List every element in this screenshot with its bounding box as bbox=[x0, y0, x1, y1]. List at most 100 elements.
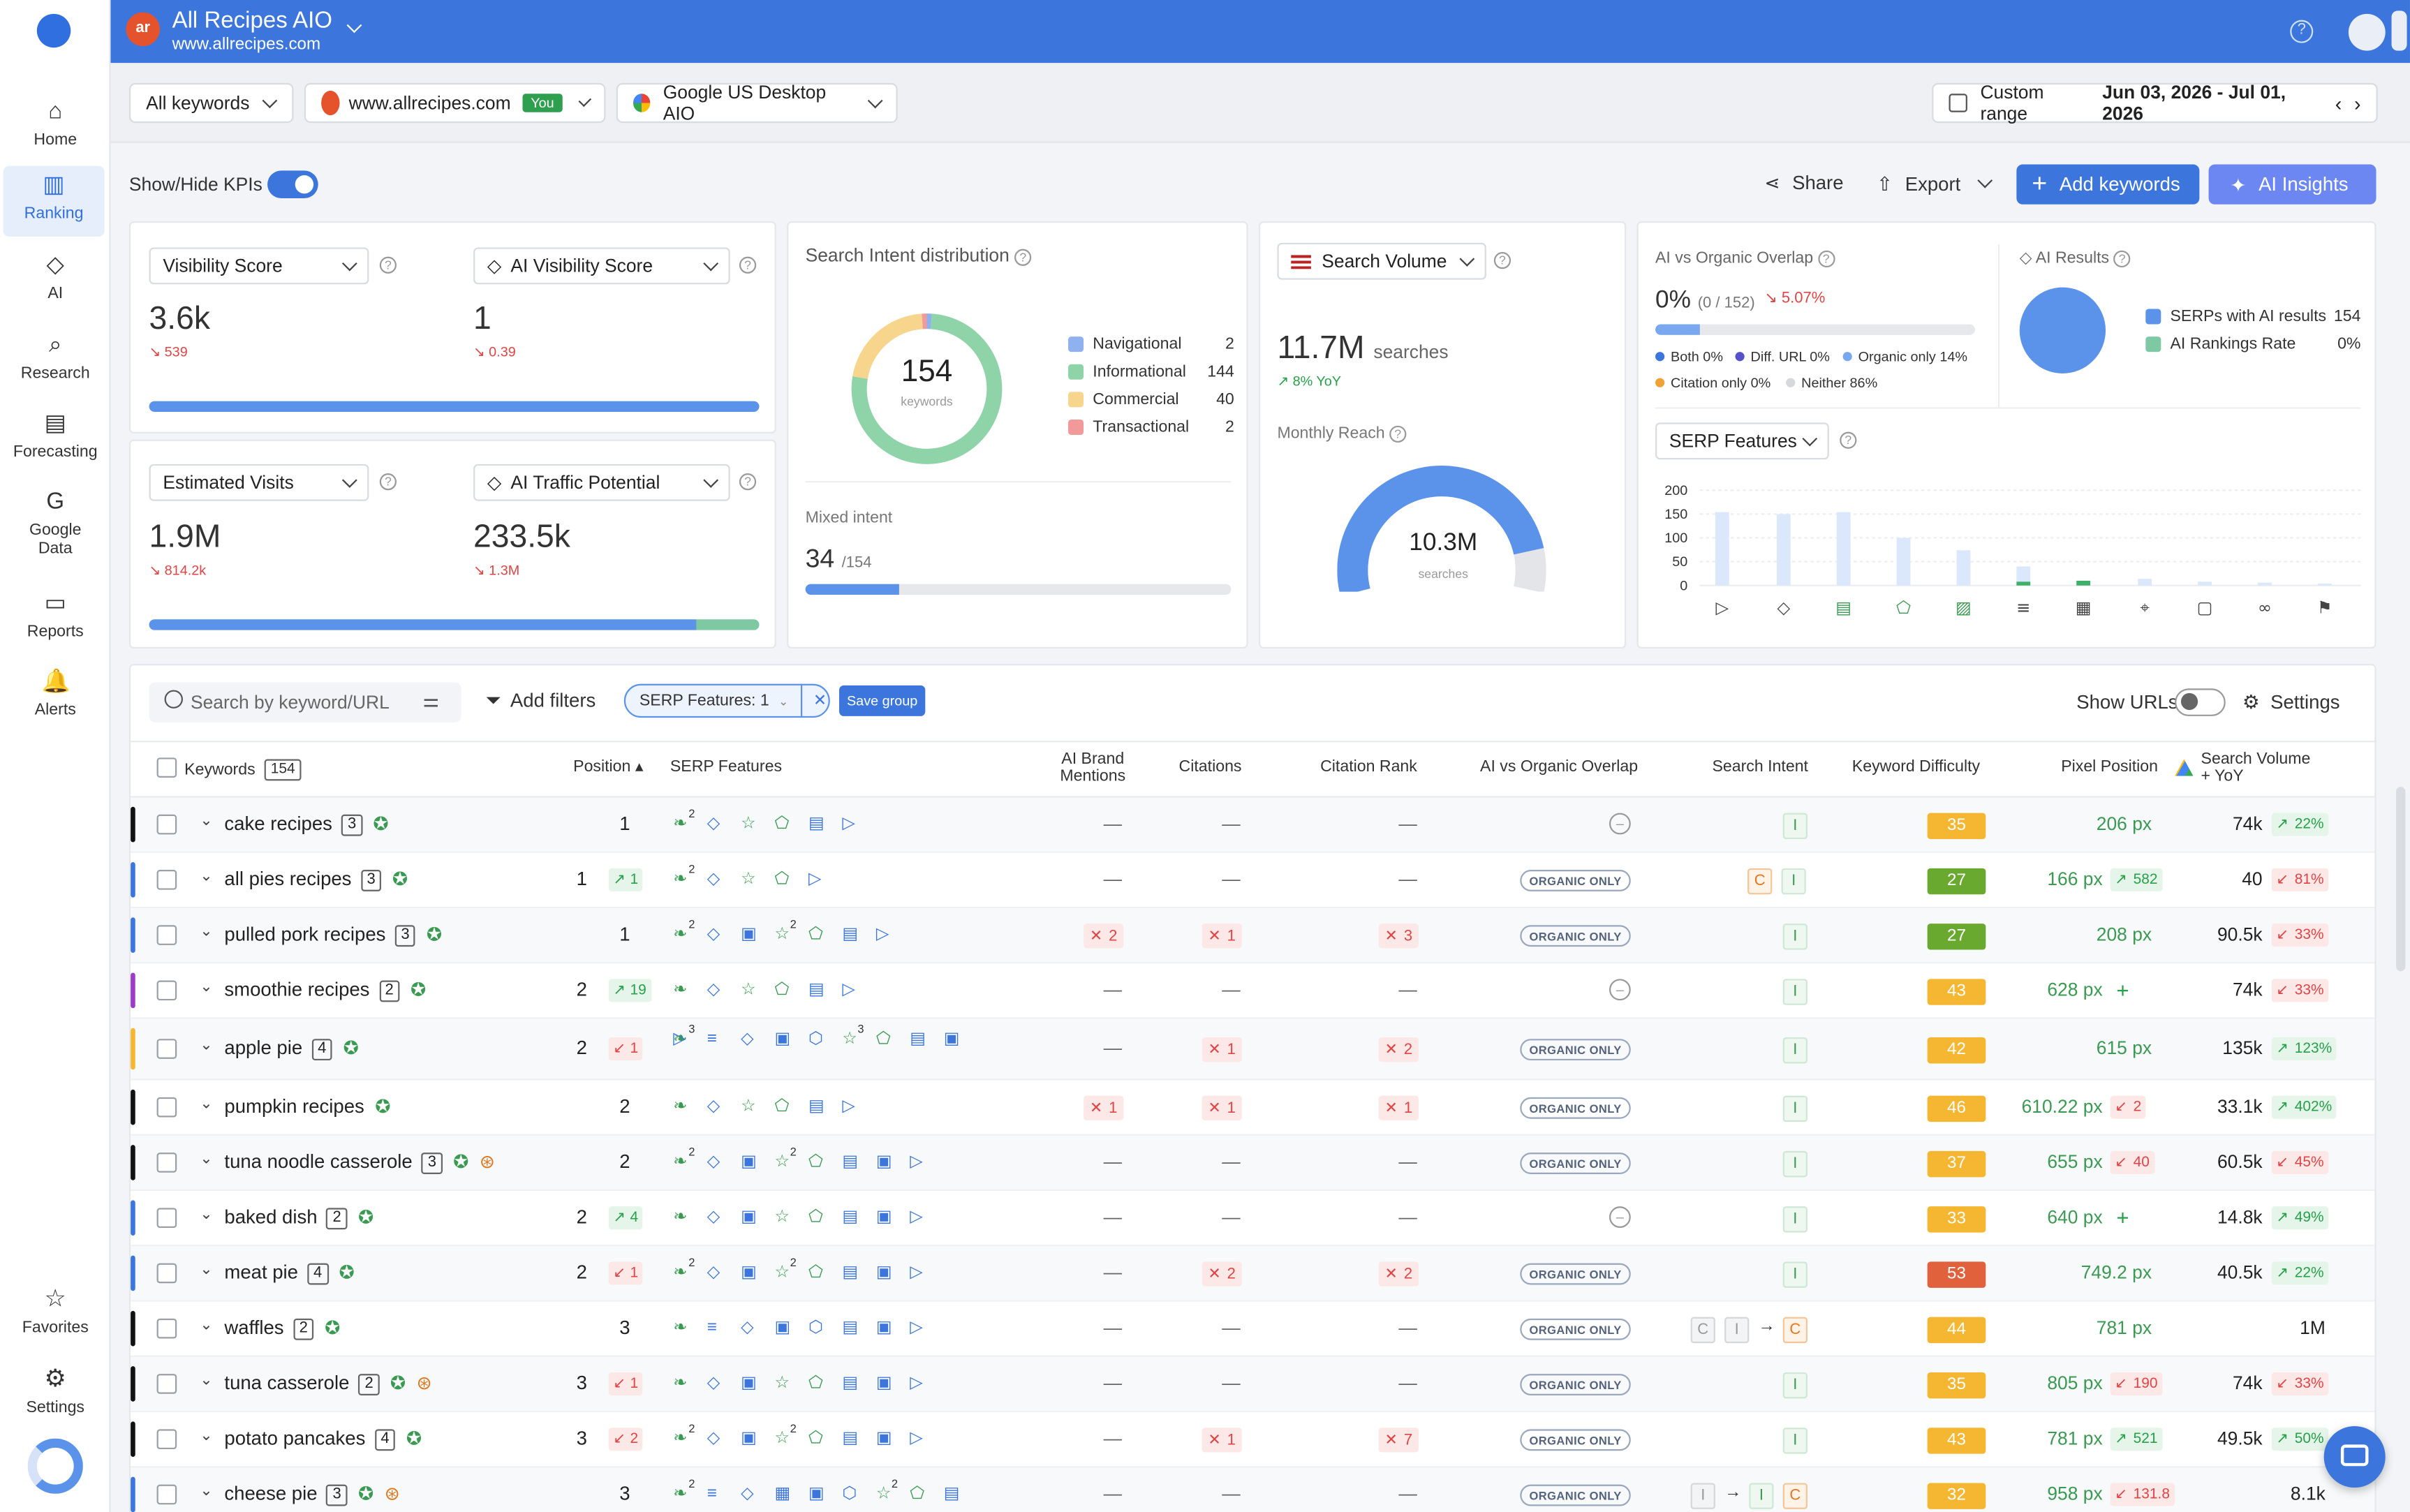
header-serp-features[interactable]: SERP Features bbox=[670, 758, 782, 776]
header-position[interactable]: Position ▴ bbox=[573, 758, 643, 776]
header-ai-organic-overlap[interactable]: AI vs Organic Overlap bbox=[1480, 758, 1638, 776]
header-keywords[interactable]: Keywords 154 bbox=[184, 759, 302, 781]
table-row[interactable]: ⌄ apple pie 4 ✪ 2 ↙ 1 ❧ 3 ≡ ◇ ▣ ⬡ ☆ 3 ⬠ ▤ ▣ ▷ — ✕ 1 ✕ 2 ORGANIC … bbox=[131, 1018, 2375, 1081]
table-row[interactable]: ⌄ pulled pork recipes 3 ✪ 1 ❧ 2 ◇ ▣ ☆ 2 ⬠ ▤ ▷ ✕ 2 ✕ 1 ✕ 3 OR… bbox=[131, 908, 2375, 964]
expand-chevron-icon[interactable]: ⌄ bbox=[200, 924, 212, 940]
row-checkbox[interactable] bbox=[156, 1097, 177, 1118]
row-checkbox[interactable] bbox=[156, 1318, 177, 1339]
chat-button[interactable] bbox=[2323, 1425, 2386, 1488]
table-row[interactable]: ⌄ baked dish 2 ✪ 2 ↗ 4 ❧ ◇ ▣ ☆ ⬠ ▤ ▣ ▷ — — — – I 33 640 px +14… bbox=[131, 1191, 2375, 1247]
header-citations[interactable]: Citations bbox=[1179, 758, 1242, 776]
table-row[interactable]: ⌄ meat pie 4 ✪ 2 ↙ 1 ❧ 2 ◇ ▣ ☆ 2 ⬠ ▤ ▣ ▷ — ✕ 2 ✕ 2 ORGANIC ONL… bbox=[131, 1246, 2375, 1302]
keyword-cell[interactable]: waffles 2 ✪ bbox=[224, 1317, 340, 1340]
expand-chevron-icon[interactable]: ⌄ bbox=[200, 868, 212, 885]
keyword-cell[interactable]: all pies recipes 3 ✪ bbox=[224, 868, 408, 891]
nav-home[interactable]: ⌂ Home bbox=[0, 92, 111, 163]
help-icon[interactable]: ? bbox=[739, 473, 757, 491]
keyword-cell[interactable]: smoothie recipes 2 ✪ bbox=[224, 979, 426, 1002]
row-checkbox[interactable] bbox=[156, 814, 177, 835]
nav-bell[interactable]: 🔔 Alerts bbox=[0, 662, 111, 733]
table-row[interactable]: ⌄ pumpkin recipes ✪ 2 ❧ ◇ ☆ ⬠ ▤ ▷ ✕ 1 ✕ 1 ✕ 1 ORGANIC ON… bbox=[131, 1080, 2375, 1136]
expand-chevron-icon[interactable]: ⌄ bbox=[200, 813, 212, 830]
row-checkbox[interactable] bbox=[156, 1429, 177, 1450]
project-title[interactable]: All Recipes AIO bbox=[172, 8, 332, 34]
search-volume-select[interactable]: Search Volume bbox=[1277, 242, 1486, 280]
settings-button[interactable]: ⚙ Settings bbox=[2242, 690, 2340, 713]
ai-visibility-select[interactable]: ◇ AI Visibility Score bbox=[473, 247, 730, 285]
nav-reports[interactable]: ▭ Reports bbox=[0, 584, 111, 655]
header-citation-rank[interactable]: Citation Rank bbox=[1320, 758, 1417, 776]
keyword-cell[interactable]: pumpkin recipes ✪ bbox=[224, 1096, 390, 1118]
header-pixel-position[interactable]: Pixel Position bbox=[2061, 758, 2158, 776]
header-search-volume[interactable]: Search Volume + YoY bbox=[2201, 750, 2324, 785]
share-button[interactable]: ⋖ Share bbox=[1764, 172, 1843, 194]
visibility-select[interactable]: Visibility Score bbox=[149, 247, 369, 285]
chevron-down-icon[interactable] bbox=[346, 17, 362, 34]
keywords-select[interactable]: All keywords bbox=[128, 82, 294, 124]
next-icon[interactable]: › bbox=[2354, 91, 2361, 114]
table-row[interactable]: ⌄ cake recipes 3 ✪ 1 ❧ 2 ◇ ☆ ⬠ ▤ ▷ — — — – I 35 206 px 74k ↗… bbox=[131, 797, 2375, 853]
expand-chevron-icon[interactable]: ⌄ bbox=[200, 1317, 212, 1334]
row-checkbox[interactable] bbox=[156, 1152, 177, 1173]
help-icon[interactable]: ? bbox=[379, 473, 397, 491]
traffic-select[interactable]: ◇ AI Traffic Potential bbox=[473, 464, 730, 501]
save-group-button[interactable]: Save group bbox=[839, 685, 926, 716]
nav-research[interactable]: ⌕ Research bbox=[0, 326, 111, 396]
row-checkbox[interactable] bbox=[156, 980, 177, 1001]
table-row[interactable]: ⌄ potato pancakes 4 ✪ 3 ↙ 2 ❧ 2 ◇ ▣ ☆ 2 ⬠ ▤ ▣ ▷ — ✕ 1 ✕ 7 ORGA… bbox=[131, 1412, 2375, 1468]
table-row[interactable]: ⌄ smoothie recipes 2 ✪ 2 ↗ 19 ❧ ◇ ☆ ⬠ ▤ ▷ — — — – I 43 628 … bbox=[131, 963, 2375, 1019]
keyword-cell[interactable]: cheese pie 3 ✪ ⊛ bbox=[224, 1483, 400, 1506]
avatar[interactable] bbox=[2348, 13, 2386, 51]
header-ai-brand-mentions[interactable]: AI Brand Mentions bbox=[1050, 750, 1136, 785]
help-icon[interactable]: ? bbox=[739, 256, 757, 274]
keyword-cell[interactable]: tuna casserole 2 ✪ ⊛ bbox=[224, 1372, 432, 1395]
help-icon[interactable]: ? bbox=[1389, 425, 1407, 443]
expand-chevron-icon[interactable]: ⌄ bbox=[200, 1206, 212, 1223]
nav-forecasting[interactable]: ▤ Forecasting bbox=[0, 404, 111, 475]
row-checkbox[interactable] bbox=[156, 1484, 177, 1505]
help-icon[interactable]: ? bbox=[1840, 431, 1857, 449]
help-icon[interactable]: ? bbox=[1014, 249, 1032, 266]
table-row[interactable]: ⌄ tuna casserole 2 ✪ ⊛ 3 ↙ 1 ❧ ◇ ▣ ☆ ⬠ ▤ ▣ ▷ — — — ORGANIC … bbox=[131, 1356, 2375, 1413]
select-all-checkbox[interactable] bbox=[156, 757, 177, 778]
header-search-intent[interactable]: Search Intent bbox=[1712, 758, 1808, 776]
row-checkbox[interactable] bbox=[156, 925, 177, 945]
help-icon[interactable]: ? bbox=[1493, 252, 1511, 269]
close-icon[interactable]: ✕ bbox=[813, 692, 827, 710]
nav-gear[interactable]: ⚙ Settings bbox=[0, 1360, 111, 1437]
expand-chevron-icon[interactable]: ⌄ bbox=[200, 1428, 212, 1444]
keyword-cell[interactable]: potato pancakes 4 ✪ bbox=[224, 1428, 422, 1451]
table-row[interactable]: ⌄ tuna noodle casserole 3 ✪ ⊛ 2 ❧ 2 ◇ ▣ ☆ 2 ⬠ ▤ ▣ ▷ — — — O… bbox=[131, 1135, 2375, 1192]
visits-select[interactable]: Estimated Visits bbox=[149, 464, 369, 501]
expand-chevron-icon[interactable]: ⌄ bbox=[200, 979, 212, 995]
keyword-cell[interactable]: baked dish 2 ✪ bbox=[224, 1206, 374, 1230]
keyword-cell[interactable]: cake recipes 3 ✪ bbox=[224, 813, 389, 836]
row-checkbox[interactable] bbox=[156, 1039, 177, 1059]
scrollbar[interactable] bbox=[2391, 10, 2407, 51]
serp-filter-chip[interactable]: SERP Features: 1 ⌄ ✕ bbox=[623, 683, 830, 718]
nav-ranking[interactable]: ▥ Ranking bbox=[3, 165, 105, 237]
expand-chevron-icon[interactable]: ⌄ bbox=[200, 1261, 212, 1278]
table-scrollbar[interactable] bbox=[2396, 787, 2406, 972]
keyword-cell[interactable]: meat pie 4 ✪ bbox=[224, 1261, 355, 1285]
date-range-picker[interactable]: Custom range Jun 03, 2026 - Jul 01, 2026… bbox=[1932, 82, 2378, 124]
search-box[interactable]: Search by keyword/URL ⚌ bbox=[149, 682, 461, 722]
site-select[interactable]: www.allrecipes.com You bbox=[304, 82, 606, 124]
expand-chevron-icon[interactable]: ⌄ bbox=[200, 1037, 212, 1054]
show-urls-toggle[interactable] bbox=[2175, 688, 2226, 716]
table-row[interactable]: ⌄ waffles 2 ✪ 3 ❧ ≡ ◇ ▣ ⬡ ▤ ▣ ▷ — — — ORGANIC ONLY C I → C 44… bbox=[131, 1301, 2375, 1357]
nav-star[interactable]: ☆ Favorites bbox=[0, 1280, 111, 1357]
expand-chevron-icon[interactable]: ⌄ bbox=[200, 1096, 212, 1113]
header-keyword-difficulty[interactable]: Keyword Difficulty bbox=[1852, 758, 1980, 776]
help-icon[interactable]: ? bbox=[379, 256, 397, 274]
row-checkbox[interactable] bbox=[156, 1374, 177, 1394]
help-icon[interactable]: ? bbox=[2113, 250, 2131, 268]
table-row[interactable]: ⌄ all pies recipes 3 ✪ 1 ↗ 1 ❧ 2 ◇ ☆ ⬠ ▷ — — — ORGANIC O… bbox=[131, 852, 2375, 909]
app-logo[interactable] bbox=[36, 13, 71, 48]
sliders-icon[interactable]: ⚌ bbox=[422, 690, 439, 711]
engine-select[interactable]: Google US Desktop AIO bbox=[616, 82, 898, 124]
kpi-toggle[interactable] bbox=[267, 170, 318, 198]
table-row[interactable]: ⌄ cheese pie 3 ✪ ⊛ 3 ❧ 2 ≡ ◇ ▦ ▣ ⬡ ☆ 2 ⬠ ▤ — — — ORGANIC ONL… bbox=[131, 1467, 2375, 1512]
nav-ai[interactable]: ◇ AI bbox=[0, 246, 111, 316]
keyword-cell[interactable]: tuna noodle casserole 3 ✪ ⊛ bbox=[224, 1151, 495, 1174]
